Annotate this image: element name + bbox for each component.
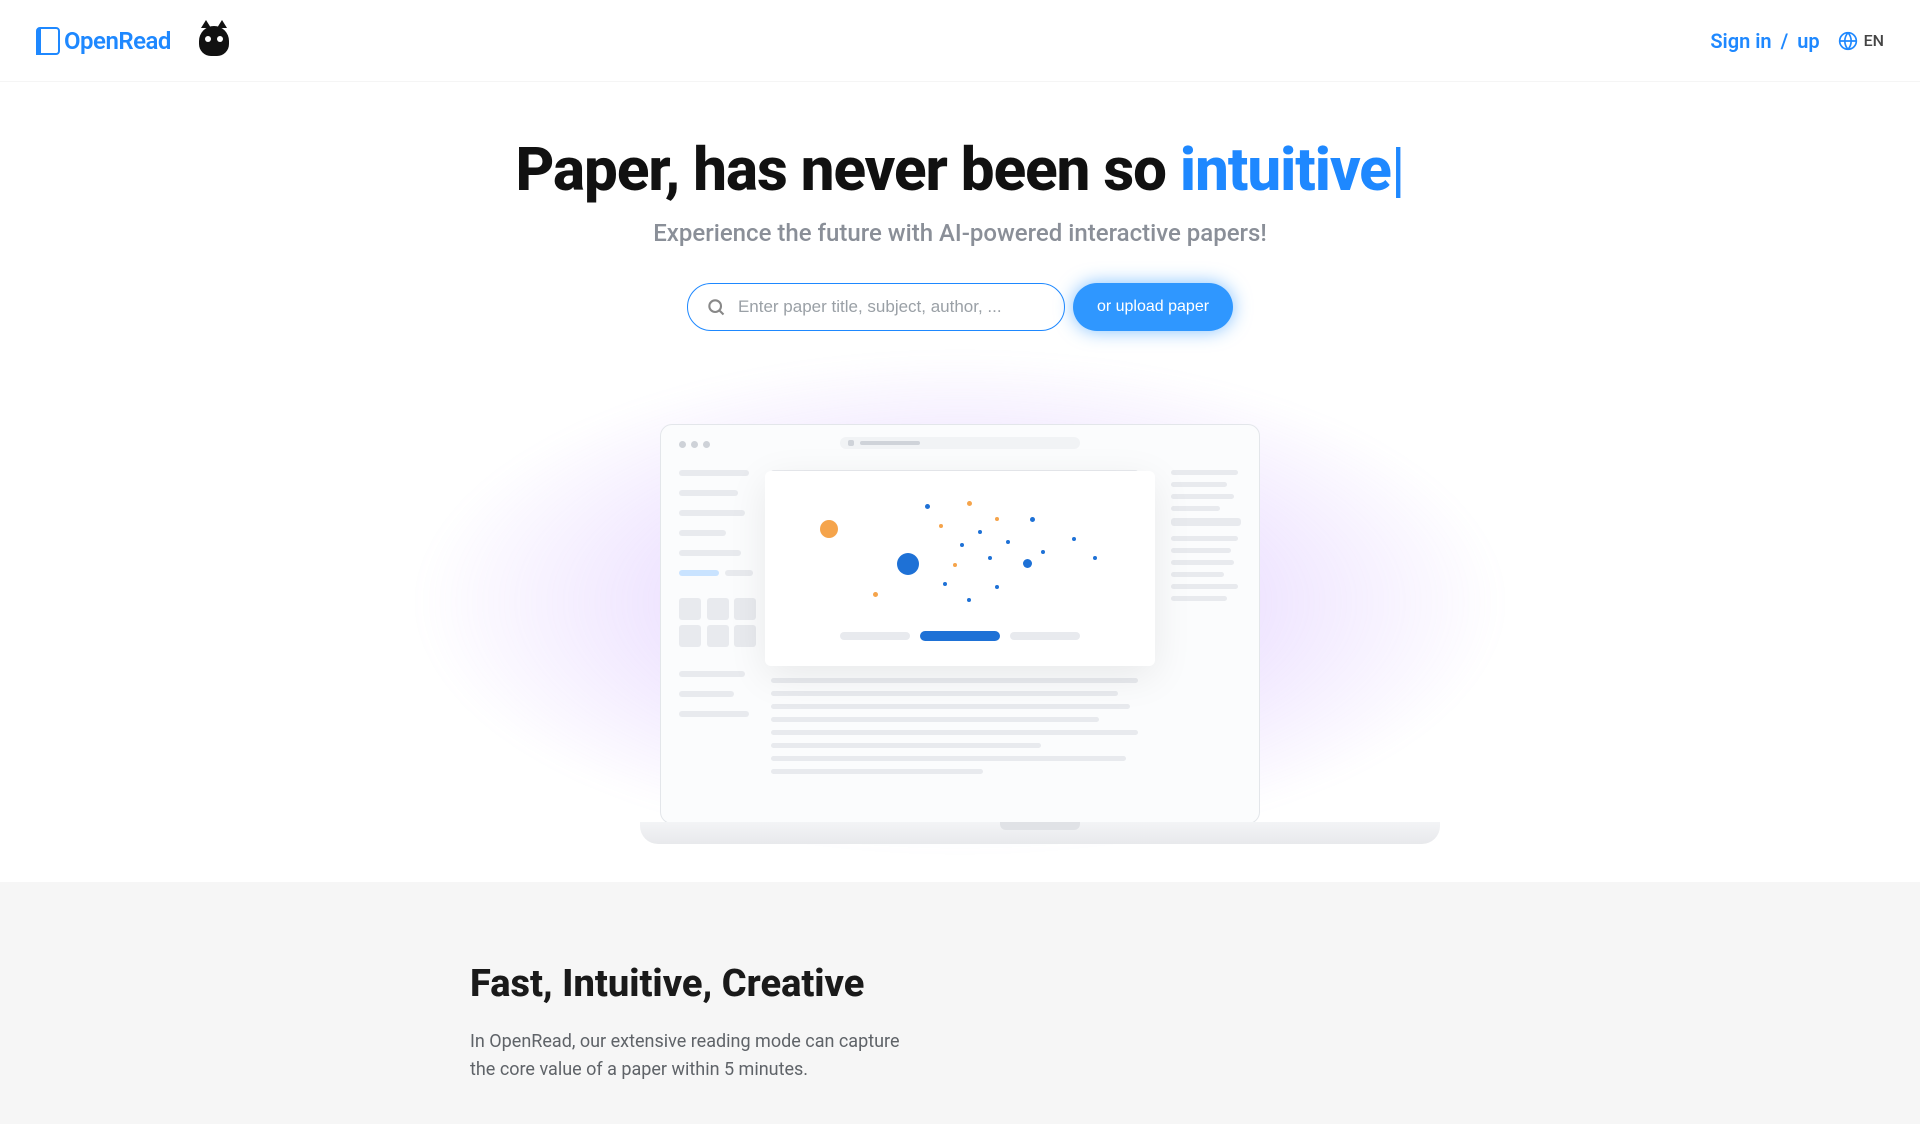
language-selector[interactable]: EN — [1838, 31, 1884, 51]
logo-link[interactable]: OpenRead — [36, 27, 171, 55]
globe-icon — [1838, 31, 1858, 51]
laptop-base — [640, 822, 1440, 844]
search-box[interactable] — [687, 283, 1065, 331]
address-bar — [840, 437, 1080, 449]
mascot-icon[interactable] — [199, 26, 229, 56]
logo-text: OpenRead — [64, 27, 171, 55]
scatter-plot-illustration — [785, 491, 1135, 621]
search-row: or upload paper — [0, 283, 1920, 331]
hero-subtitle: Experience the future with AI-powered in… — [0, 219, 1920, 247]
sign-in-link[interactable]: Sign in — [1710, 29, 1771, 53]
auth-separator: / — [1781, 29, 1789, 53]
features-body: In OpenRead, our extensive reading mode … — [470, 1028, 920, 1084]
right-skeleton — [1171, 470, 1241, 810]
header-right: Sign in / up EN — [1710, 29, 1884, 53]
features-section: Fast, Intuitive, Creative In OpenRead, o… — [0, 882, 1920, 1124]
laptop-screen — [660, 424, 1260, 824]
search-icon — [706, 297, 726, 317]
scatter-modal — [765, 471, 1155, 666]
auth-links: Sign in / up — [1710, 29, 1819, 53]
hero-section: Paper, has never been so intuitive| Expe… — [0, 82, 1920, 882]
laptop-illustration — [640, 424, 1280, 846]
search-input[interactable] — [738, 297, 1046, 317]
upload-paper-button[interactable]: or upload paper — [1073, 283, 1233, 331]
hero-title-highlight: intuitive — [1180, 134, 1391, 205]
features-heading: Fast, Intuitive, Creative — [470, 962, 1450, 1006]
hero-title-prefix: Paper, has never been so — [516, 134, 1180, 205]
header-left: OpenRead — [36, 26, 229, 56]
hero-title: Paper, has never been so intuitive| — [0, 134, 1920, 205]
logo-icon — [36, 27, 60, 55]
language-code: EN — [1864, 31, 1884, 50]
sidebar-skeleton — [679, 470, 757, 810]
hero-title-cursor: | — [1391, 134, 1405, 205]
sign-up-link[interactable]: up — [1797, 29, 1819, 53]
modal-button-row — [785, 631, 1135, 641]
site-header: OpenRead Sign in / up EN — [0, 0, 1920, 82]
